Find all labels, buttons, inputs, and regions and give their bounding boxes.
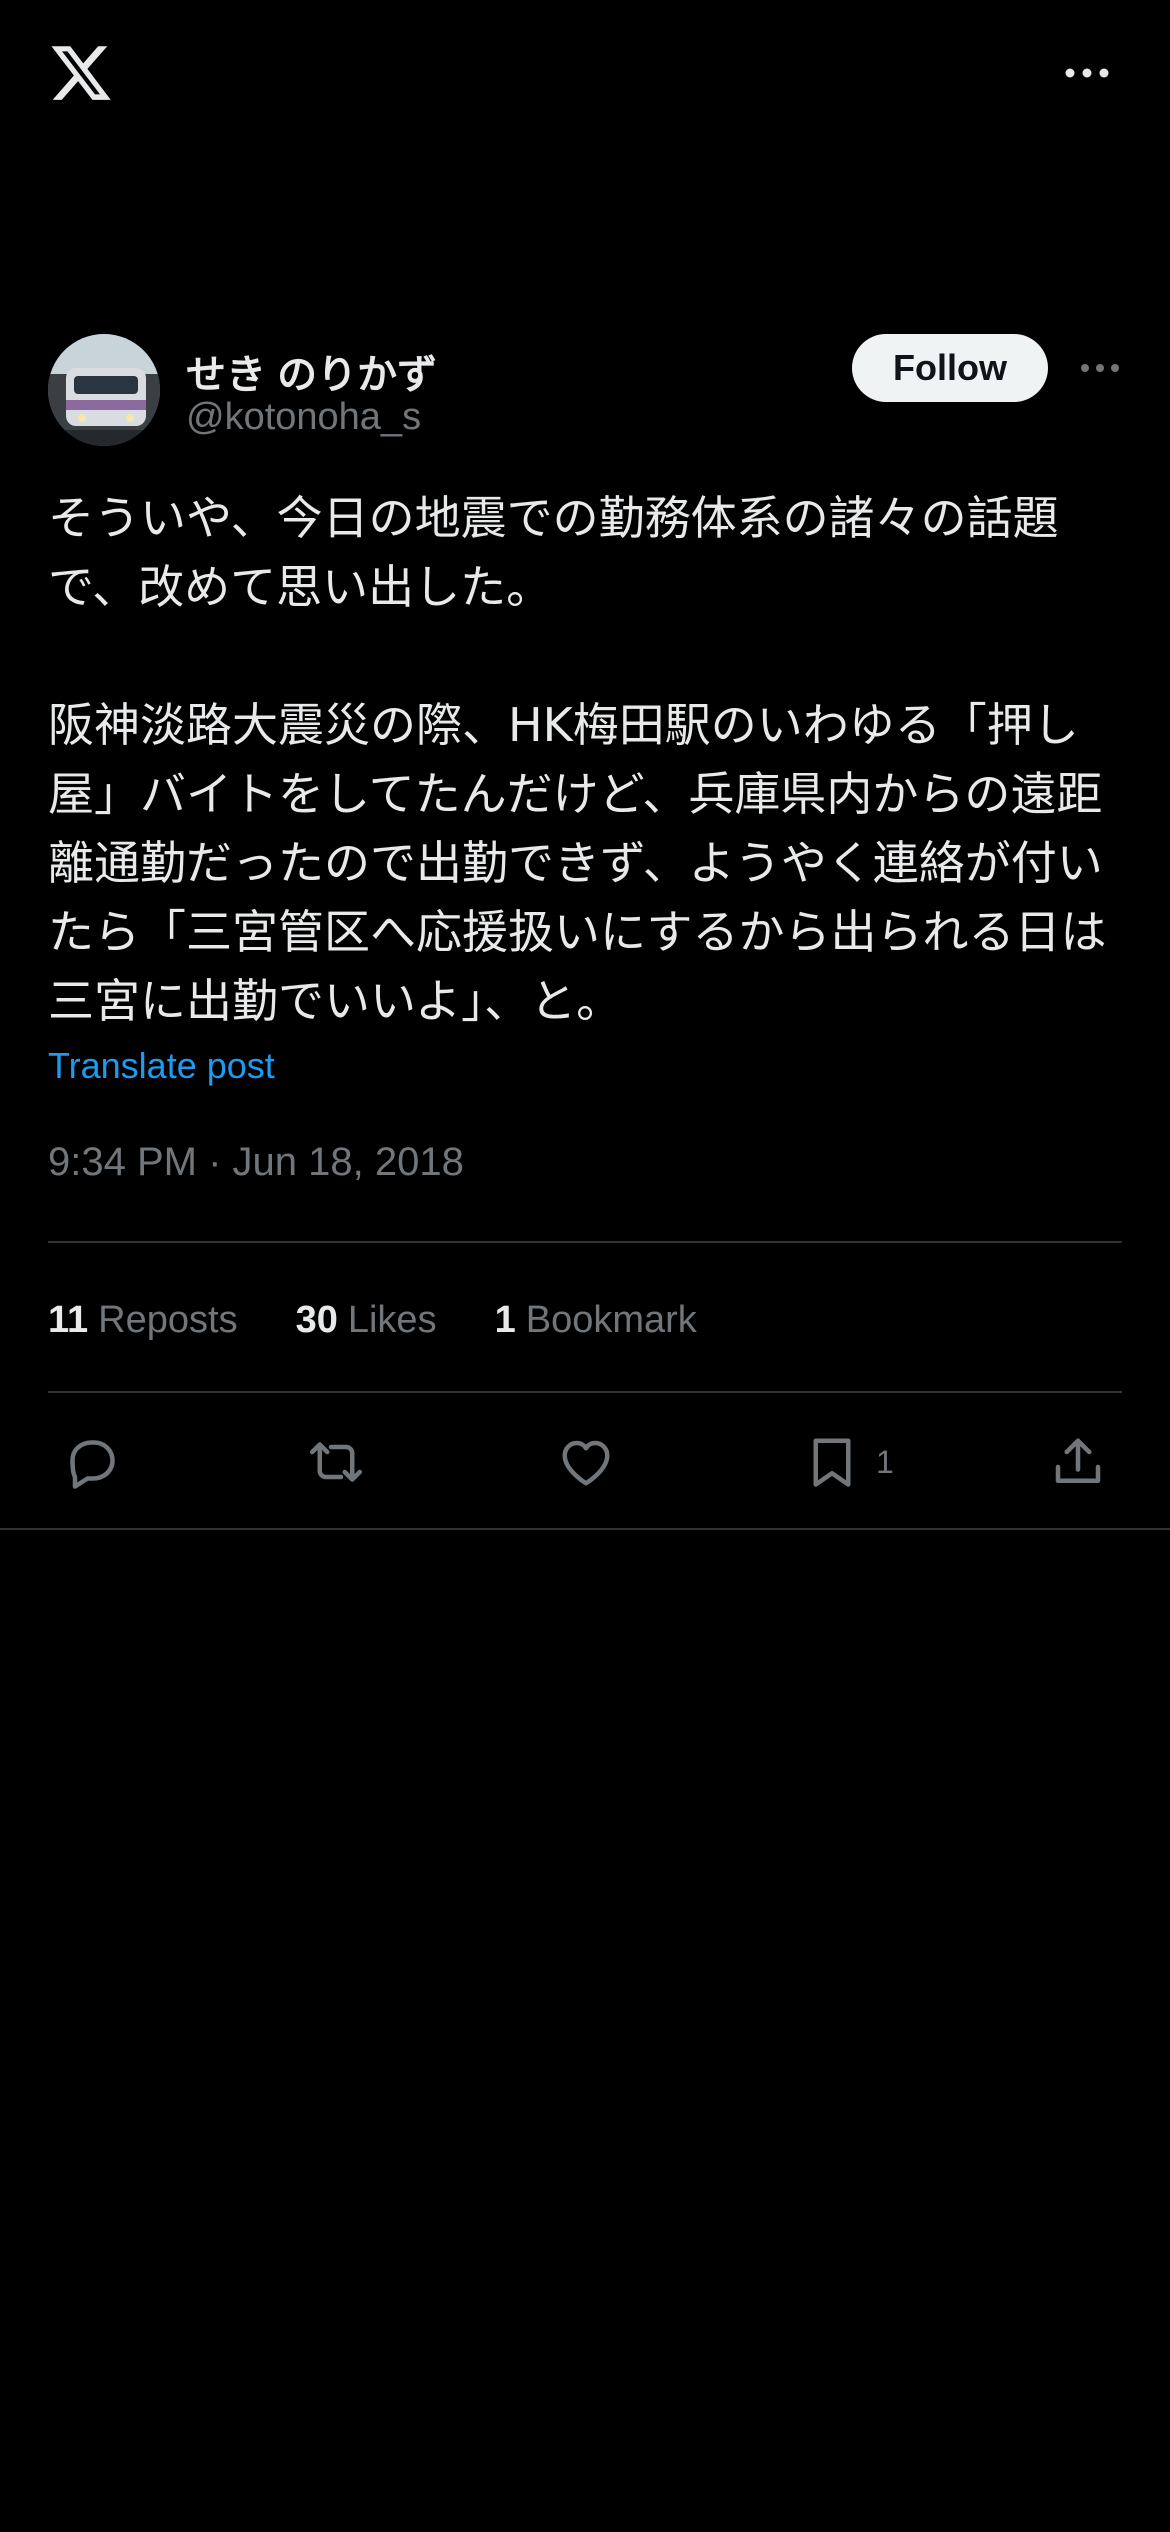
likes-stat[interactable]: 30 Likes <box>296 1299 437 1342</box>
more-horizontal-icon[interactable] <box>1078 354 1122 382</box>
reposts-count: 11 <box>48 1298 89 1341</box>
likes-count: 30 <box>295 1298 338 1341</box>
reposts-label: Reposts <box>98 1298 238 1341</box>
heart-icon <box>562 1440 610 1486</box>
action-bar: 1 <box>0 1390 1170 1530</box>
share-button[interactable] <box>1048 1432 1108 1492</box>
reposts-stat[interactable]: 11 Reposts <box>48 1299 238 1342</box>
repost-icon <box>310 1442 362 1482</box>
display-name[interactable]: せき のりかず <box>186 342 437 400</box>
bookmark-count: 1 <box>876 1443 894 1480</box>
section-divider <box>0 1528 1170 1530</box>
engagement-stats: 11 Reposts 30 Likes 1 Bookmark <box>48 1290 755 1350</box>
top-bar <box>0 0 1170 150</box>
x-logo-icon[interactable] <box>48 40 114 106</box>
repost-button[interactable] <box>306 1432 366 1492</box>
avatar[interactable] <box>48 334 160 446</box>
reply-button[interactable] <box>60 1432 120 1492</box>
divider <box>48 1241 1122 1243</box>
follow-button[interactable]: Follow <box>852 334 1048 402</box>
bookmarks-count: 1 <box>494 1298 516 1341</box>
reply-icon <box>70 1440 115 1489</box>
bookmarks-stat[interactable]: 1 Bookmark <box>495 1299 697 1342</box>
post-text: そういや、今日の地震での勤務体系の諸々の話題で、改めて思い出した。 阪神淡路大震… <box>48 491 1107 1028</box>
translate-post-link[interactable]: Translate post <box>48 1045 275 1087</box>
share-icon <box>1055 1438 1101 1483</box>
bookmarks-label: Bookmark <box>525 1298 697 1341</box>
bookmark-icon <box>813 1438 851 1487</box>
user-handle[interactable]: @kotonoha_s <box>186 396 421 439</box>
post-header: せき のりかず @kotonoha_s Follow <box>48 334 1122 446</box>
likes-label: Likes <box>347 1298 437 1341</box>
like-button[interactable] <box>556 1432 616 1492</box>
more-horizontal-icon[interactable] <box>1062 58 1112 88</box>
post-timestamp[interactable]: 9:34 PM · Jun 18, 2018 <box>48 1140 464 1185</box>
bookmark-button[interactable]: 1 <box>802 1432 894 1492</box>
